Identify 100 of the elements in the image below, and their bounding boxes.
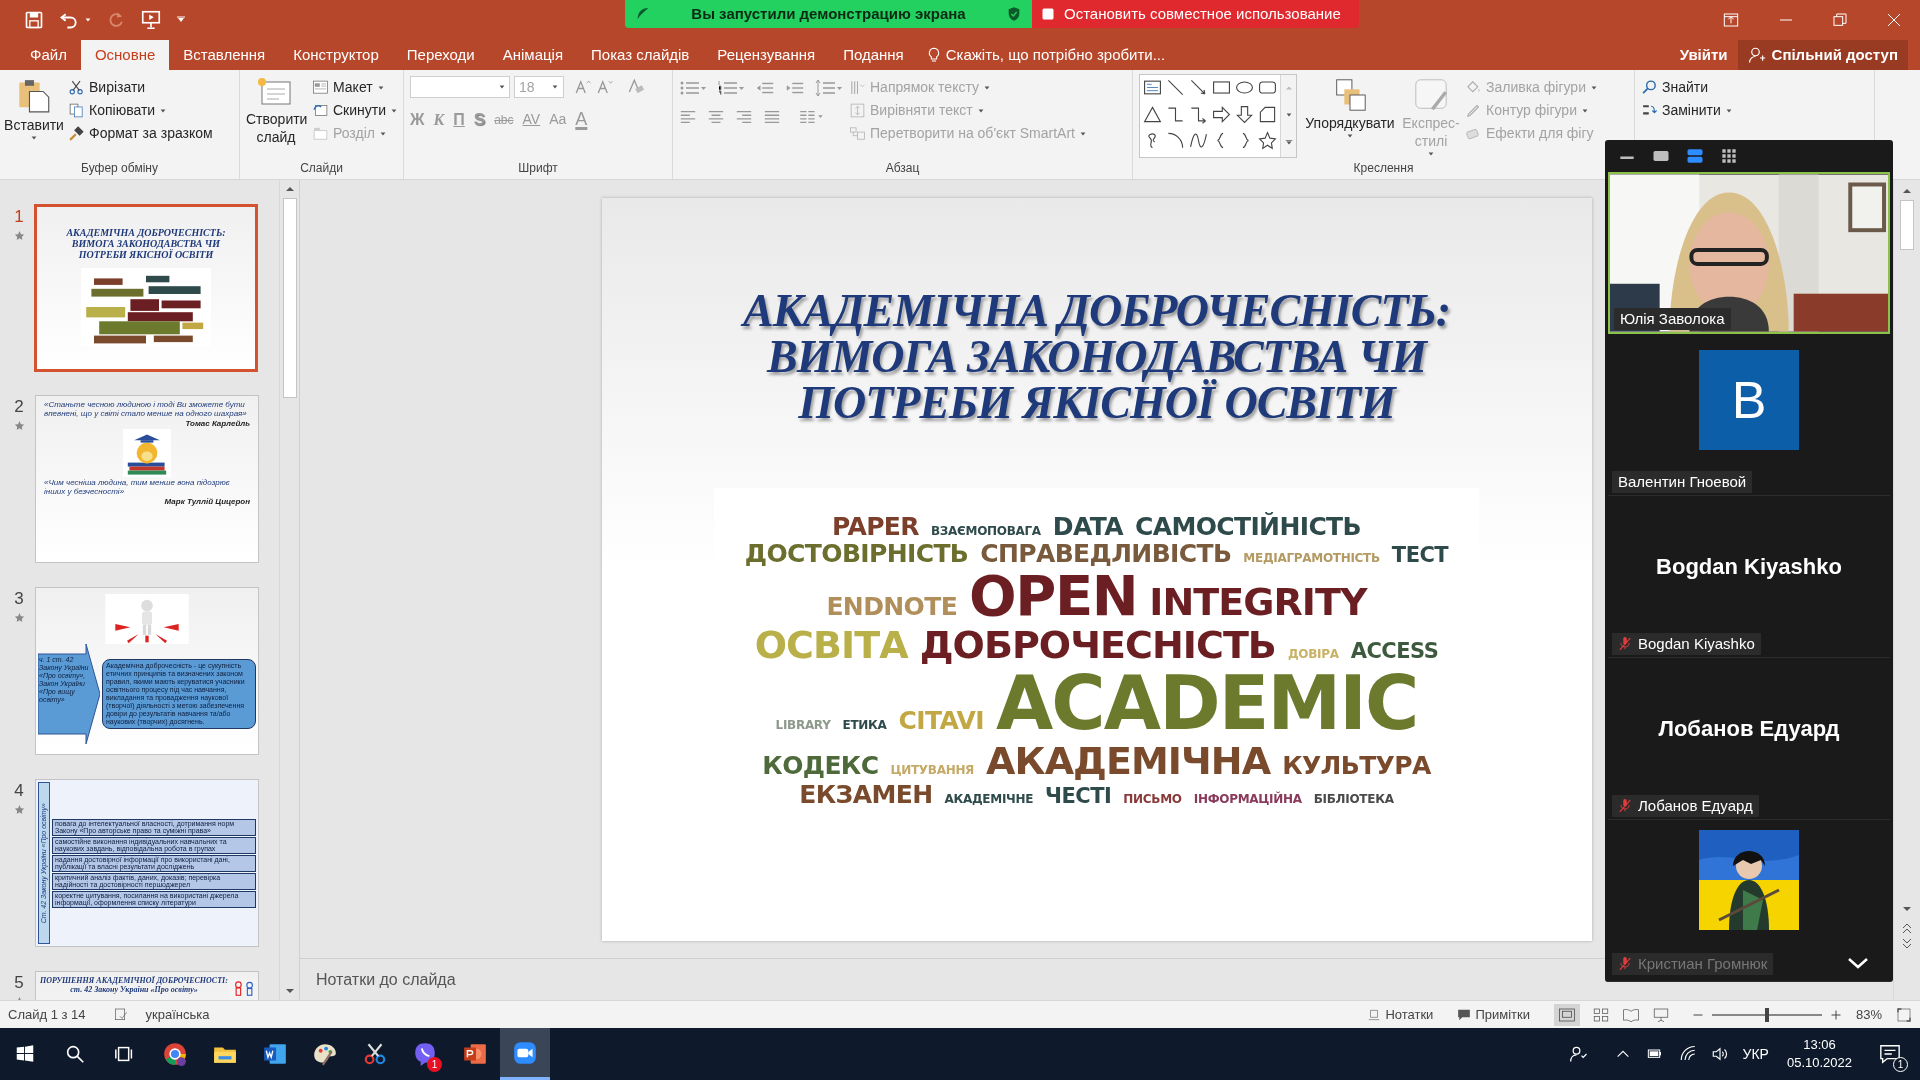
slide-thumbnail[interactable] — [35, 779, 259, 947]
language-label[interactable]: українська — [145, 1004, 210, 1025]
previous-slide-icon[interactable] — [1902, 922, 1912, 934]
align-center-icon[interactable] — [707, 108, 725, 126]
normal-view-icon[interactable] — [1553, 1003, 1580, 1026]
slideshow-icon[interactable] — [140, 9, 162, 31]
caret-icon[interactable] — [498, 83, 506, 91]
ribbon-tab[interactable]: Подання — [829, 40, 918, 70]
zoom-level[interactable]: 83% — [1855, 1004, 1882, 1025]
ribbon-tab[interactable]: Вставлення — [169, 40, 280, 70]
notes-button[interactable]: Нотатки — [1367, 1004, 1434, 1025]
caret-icon[interactable] — [390, 106, 399, 115]
right-arrow-icon[interactable] — [1212, 104, 1231, 124]
rounded-rectangle-icon[interactable] — [1258, 78, 1277, 97]
caret-icon[interactable] — [551, 83, 559, 91]
ribbon-button[interactable]: Копіювати — [68, 99, 213, 122]
fit-slide-icon[interactable] — [1896, 1006, 1912, 1023]
chevron-down-icon[interactable] — [1846, 955, 1870, 971]
tell-me-field[interactable]: Скажіть, що потрібно зробити... — [945, 43, 1166, 67]
ribbon-button[interactable]: Формат за зразком — [68, 122, 213, 145]
ribbon-button[interactable]: Замінити — [1641, 99, 1733, 122]
slideshow-icon[interactable] — [1651, 1005, 1670, 1024]
shapes-gallery[interactable] — [1139, 74, 1297, 158]
align-left-icon[interactable] — [679, 108, 697, 126]
caret-icon[interactable] — [1346, 132, 1354, 140]
sign-in-link[interactable]: Увійти — [1679, 43, 1728, 67]
scroll-down-icon[interactable] — [1902, 904, 1912, 914]
justify-icon[interactable] — [763, 108, 781, 126]
star-icon[interactable] — [1258, 131, 1277, 151]
next-slide-icon[interactable] — [1902, 938, 1912, 950]
arc-icon[interactable] — [1166, 131, 1185, 151]
slide-sorter-icon[interactable] — [1591, 1005, 1610, 1024]
taskbar-button[interactable] — [500, 1028, 550, 1080]
caret-icon[interactable] — [1589, 83, 1598, 92]
line-icon[interactable] — [1166, 78, 1185, 97]
arrow-icon[interactable] — [1189, 78, 1208, 97]
slider-thumb[interactable] — [1764, 1007, 1769, 1022]
taskbar-button[interactable]: 1 — [400, 1028, 450, 1080]
caret-icon[interactable] — [376, 83, 385, 92]
caret-icon[interactable] — [159, 106, 168, 115]
ribbon-button[interactable]: Упорядкувати — [1303, 76, 1397, 140]
slide-thumbnail[interactable] — [35, 587, 259, 755]
ribbon-display-icon[interactable] — [1722, 12, 1740, 28]
triangle-icon[interactable] — [1143, 104, 1162, 124]
ribbon-tab[interactable]: Анімація — [488, 40, 578, 70]
ribbon-button[interactable]: Вирізати — [68, 76, 213, 99]
ribbon-tab[interactable]: Показ слайдів — [577, 40, 704, 70]
caret-icon[interactable] — [30, 134, 38, 142]
shrink-font-icon[interactable] — [596, 78, 614, 96]
caret-icon[interactable] — [1580, 106, 1589, 115]
scrollbar-thumb[interactable] — [1900, 200, 1914, 250]
text-box-icon[interactable] — [1143, 78, 1162, 97]
ribbon-tab[interactable]: Файл — [16, 40, 81, 70]
slide-thumbnail[interactable]: АКАДЕМІЧНА ДОБРОЧЕСНІСТЬ: ВИМОГА ЗАКОНОДАВСТВА ЧИ ПОТРЕБИ ЯКІСНОЇ ОСВІТИ — [34, 204, 258, 372]
caret-icon[interactable] — [84, 16, 92, 24]
rectangle-icon[interactable] — [1212, 78, 1231, 97]
close-icon[interactable] — [1886, 12, 1902, 28]
font-name-field[interactable] — [410, 76, 510, 98]
ribbon-button[interactable]: Макет — [312, 76, 399, 99]
numbering-icon[interactable] — [717, 78, 745, 98]
scroll-up-icon[interactable] — [1902, 186, 1912, 196]
ribbon-tab[interactable]: Рецензування — [703, 40, 830, 70]
columns-icon[interactable] — [797, 108, 825, 126]
ribbon-tab[interactable]: Конструктор — [279, 40, 393, 70]
comments-button[interactable]: Примітки — [1457, 1004, 1530, 1025]
caret-icon[interactable] — [1079, 129, 1087, 138]
ribbon-button[interactable]: Скинути — [312, 99, 399, 122]
keyboard-language[interactable]: УКР — [1742, 1043, 1769, 1065]
oval-icon[interactable] — [1235, 78, 1254, 97]
curve-icon[interactable] — [1189, 131, 1208, 151]
volume-icon[interactable] — [1710, 1045, 1729, 1063]
ribbon-tab[interactable]: Переходи — [392, 40, 489, 70]
slide-thumbnail[interactable]: ПОРУШЕННЯ АКАДЕМІЧНОЇ ДОБРОЧЕСНОСТІ: ст. 42 Закону України «Про освіту» — [35, 971, 259, 1000]
caret-icon[interactable] — [1724, 106, 1733, 115]
down-arrow-icon[interactable] — [1235, 104, 1254, 124]
scrollbar[interactable] — [279, 180, 299, 1000]
people-icon[interactable] — [1568, 1044, 1589, 1064]
zoom-slider[interactable] — [1711, 1007, 1822, 1022]
slide-thumbnail[interactable]: «Станьте чесною людиною і тоді Ви зможете бути впевнені, що у світі стало менше на одного шахрая» Томас Карлейль «Чим чесніша людина, тим менше вона підозрює інших у безчесності» Марк Туллій Цицерон — [35, 395, 259, 563]
ribbon-tab[interactable]: Основне — [80, 40, 170, 70]
caret-icon[interactable] — [976, 106, 985, 115]
zoom-in-icon[interactable] — [1829, 1008, 1842, 1021]
paste-button[interactable]: Вставити — [6, 76, 62, 142]
new-slide-button[interactable]: Створити слайд — [246, 76, 306, 146]
align-right-icon[interactable] — [735, 108, 753, 126]
scroll-up-icon[interactable] — [284, 184, 295, 194]
ribbon-button[interactable]: Знайти — [1641, 76, 1733, 99]
share-button[interactable]: Спільний доступ — [1737, 40, 1908, 70]
wifi-icon[interactable] — [1678, 1045, 1697, 1063]
save-icon[interactable] — [24, 10, 44, 30]
action-center-button[interactable]: 1 — [1870, 1034, 1910, 1074]
restore-icon[interactable] — [1832, 12, 1848, 28]
caret-icon[interactable] — [983, 83, 991, 92]
clock-time[interactable]: 13:06 — [1803, 1036, 1836, 1054]
grow-font-icon[interactable] — [574, 78, 592, 96]
notes-field[interactable]: Нотатки до слайда — [316, 967, 456, 992]
spelling-icon[interactable] — [113, 1006, 130, 1023]
gallery-view-icon[interactable] — [1719, 146, 1739, 166]
scrollbar-thumb[interactable] — [282, 198, 297, 398]
stop-share-button[interactable]: Остановить совместное использование — [1032, 0, 1359, 28]
